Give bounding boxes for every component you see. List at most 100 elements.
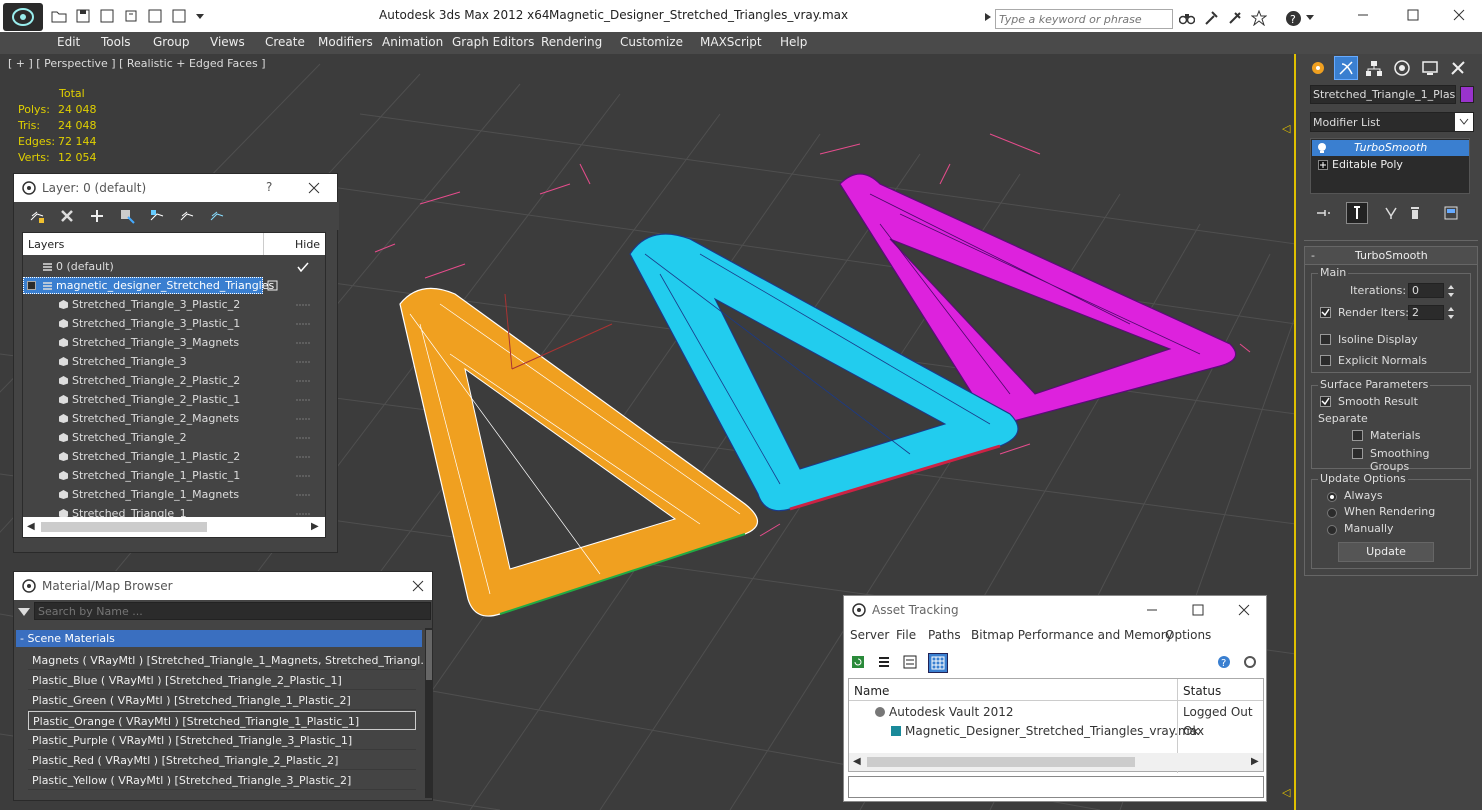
spinner-arrows-icon[interactable] xyxy=(1446,283,1456,298)
undo-icon[interactable] xyxy=(98,8,116,24)
asset-settings-icon[interactable] xyxy=(1242,654,1258,670)
menu-edit[interactable]: Edit xyxy=(57,35,80,49)
material-item[interactable]: Plastic_Yellow ( VRayMtl ) [Stretched_Tr… xyxy=(28,771,416,790)
render-iters-checkbox[interactable] xyxy=(1320,307,1331,318)
minimize-icon[interactable] xyxy=(1340,4,1386,26)
hide-all-icon[interactable] xyxy=(178,207,196,225)
utilities-tab-icon[interactable] xyxy=(1446,56,1470,80)
viewport-edge-marker[interactable]: ◁ xyxy=(1282,786,1290,799)
menu-help[interactable]: Help xyxy=(780,35,807,49)
asset-help-icon[interactable]: ? xyxy=(1216,654,1232,670)
modifier-list-dropdown[interactable]: Modifier List xyxy=(1310,112,1474,132)
layer-close-icon[interactable] xyxy=(306,180,322,196)
iterations-spinner[interactable]: 0 xyxy=(1408,283,1444,298)
explicit-normals-checkbox[interactable] xyxy=(1320,355,1331,366)
material-item[interactable]: Plastic_Green ( VRayMtl ) [Stretched_Tri… xyxy=(28,691,416,710)
material-search-input[interactable] xyxy=(34,602,431,620)
asset-maximize-icon[interactable] xyxy=(1190,602,1206,618)
close-icon[interactable] xyxy=(1436,4,1482,26)
app-logo-icon[interactable] xyxy=(3,3,43,31)
material-close-icon[interactable] xyxy=(410,578,426,594)
hide-toggle-icon[interactable] xyxy=(295,260,311,273)
material-item[interactable]: Plastic_Red ( VRayMtl ) [Stretched_Trian… xyxy=(28,751,416,770)
menu-customize[interactable]: Customize xyxy=(620,35,683,49)
asset-close-icon[interactable] xyxy=(1236,602,1252,618)
pin-stack-icon[interactable] xyxy=(1314,204,1332,222)
maximize-icon[interactable] xyxy=(1390,4,1436,26)
menu-graph-editors[interactable]: Graph Editors xyxy=(452,35,534,49)
material-options-icon[interactable] xyxy=(17,605,31,619)
layer-row[interactable]: Stretched_Triangle_3_Plastic_2 xyxy=(23,295,325,314)
open-icon[interactable] xyxy=(50,8,68,24)
communication-center-icon[interactable] xyxy=(1202,9,1220,27)
menu-rendering[interactable]: Rendering xyxy=(541,35,602,49)
highlight-layer-icon[interactable] xyxy=(148,207,166,225)
material-item[interactable]: Plastic_Blue ( VRayMtl ) [Stretched_Tria… xyxy=(28,671,416,690)
separate-smoothing-checkbox[interactable] xyxy=(1352,448,1363,459)
separate-materials-checkbox[interactable] xyxy=(1352,430,1363,441)
layer-row[interactable]: Stretched_Triangle_1_Plastic_1 xyxy=(23,466,325,485)
asset-menu-file[interactable]: File xyxy=(896,628,916,642)
hierarchy-tab-icon[interactable] xyxy=(1362,56,1386,80)
material-item[interactable]: Plastic_Purple ( VRayMtl ) [Stretched_Tr… xyxy=(28,731,416,750)
material-item[interactable]: Plastic_Orange ( VRayMtl ) [Stretched_Tr… xyxy=(28,711,416,730)
viewport-edge-marker[interactable]: ◁ xyxy=(1282,122,1290,135)
layer-row[interactable]: Stretched_Triangle_2_Plastic_1 xyxy=(23,390,325,409)
make-unique-icon[interactable] xyxy=(1382,204,1400,222)
select-objects-icon[interactable] xyxy=(118,207,136,225)
when-rendering-radio[interactable] xyxy=(1327,508,1337,518)
layer-row[interactable]: Stretched_Triangle_3 xyxy=(23,352,325,371)
search-input[interactable] xyxy=(995,9,1173,29)
binoculars-icon[interactable] xyxy=(1178,9,1196,27)
layer-row[interactable]: Stretched_Triangle_3_Plastic_1 xyxy=(23,314,325,333)
layer-row[interactable]: Stretched_Triangle_2_Plastic_2 xyxy=(23,371,325,390)
menu-animation[interactable]: Animation xyxy=(382,35,443,49)
object-name-field[interactable] xyxy=(1310,85,1456,104)
hide-toggle-icon[interactable] xyxy=(295,431,311,444)
hide-toggle-icon[interactable] xyxy=(295,469,311,482)
hide-toggle-icon[interactable] xyxy=(295,450,311,463)
spinner-arrows-icon[interactable] xyxy=(1446,305,1456,320)
layer-row[interactable]: Stretched_Triangle_2_Magnets xyxy=(23,409,325,428)
layer-hscrollbar[interactable]: ◀ ▶ xyxy=(23,517,325,537)
isoline-display-checkbox[interactable] xyxy=(1320,334,1331,345)
asset-menu-bitmap-performance-and-memory[interactable]: Bitmap Performance and Memory xyxy=(971,628,1173,642)
asset-minimize-icon[interactable] xyxy=(1144,602,1160,618)
menu-group[interactable]: Group xyxy=(153,35,190,49)
table-view-icon[interactable] xyxy=(928,653,948,673)
rollout-header[interactable]: - TurboSmooth xyxy=(1305,247,1477,265)
tree-view-icon[interactable] xyxy=(902,654,918,670)
hide-toggle-icon[interactable] xyxy=(295,355,311,368)
material-vscrollbar[interactable] xyxy=(425,628,433,798)
layer-row[interactable]: 0 (default) xyxy=(23,257,325,276)
layer-row[interactable]: magnetic_designer_Stretched_Triangles xyxy=(23,276,325,295)
redo-icon[interactable] xyxy=(122,8,140,24)
hide-toggle-icon[interactable] xyxy=(295,374,311,387)
layer-row[interactable]: Stretched_Triangle_1_Plastic_2 xyxy=(23,447,325,466)
column-hide[interactable]: Hide xyxy=(295,238,320,251)
render-iters-spinner[interactable]: 2 xyxy=(1408,305,1444,320)
layer-settings-icon[interactable] xyxy=(28,207,46,225)
hide-toggle-icon[interactable] xyxy=(295,412,311,425)
material-item[interactable]: Magnets ( VRayMtl ) [Stretched_Triangle_… xyxy=(28,651,431,670)
asset-hscrollbar[interactable]: ◀ ▶ xyxy=(849,753,1263,771)
quick-access-dropdown-icon[interactable] xyxy=(194,8,206,24)
asset-column-name[interactable]: Name xyxy=(854,684,889,698)
favorites-icon[interactable] xyxy=(1226,9,1244,27)
asset-menu-paths[interactable]: Paths xyxy=(928,628,961,642)
delete-layer-icon[interactable] xyxy=(58,207,76,225)
update-button[interactable]: Update xyxy=(1338,542,1434,562)
hide-toggle-icon[interactable] xyxy=(295,317,311,330)
viewport-label[interactable]: [ + ] [ Perspective ] [ Realistic + Edge… xyxy=(8,57,266,70)
help-icon[interactable]: ? xyxy=(1284,9,1302,27)
hide-toggle-icon[interactable] xyxy=(295,298,311,311)
hide-toggle-icon[interactable] xyxy=(265,279,281,292)
asset-row[interactable]: Magnetic_Designer_Stretched_Triangles_vr… xyxy=(849,722,1263,740)
display-tab-icon[interactable] xyxy=(1418,56,1442,80)
save-icon[interactable] xyxy=(74,8,92,24)
search-expand-icon[interactable] xyxy=(983,10,993,24)
stack-item-editable-poly[interactable]: Editable Poly xyxy=(1312,157,1469,173)
layer-row[interactable]: Stretched_Triangle_2 xyxy=(23,428,325,447)
layer-row[interactable]: Stretched_Triangle_3_Magnets xyxy=(23,333,325,352)
menu-modifiers[interactable]: Modifiers xyxy=(318,35,373,49)
